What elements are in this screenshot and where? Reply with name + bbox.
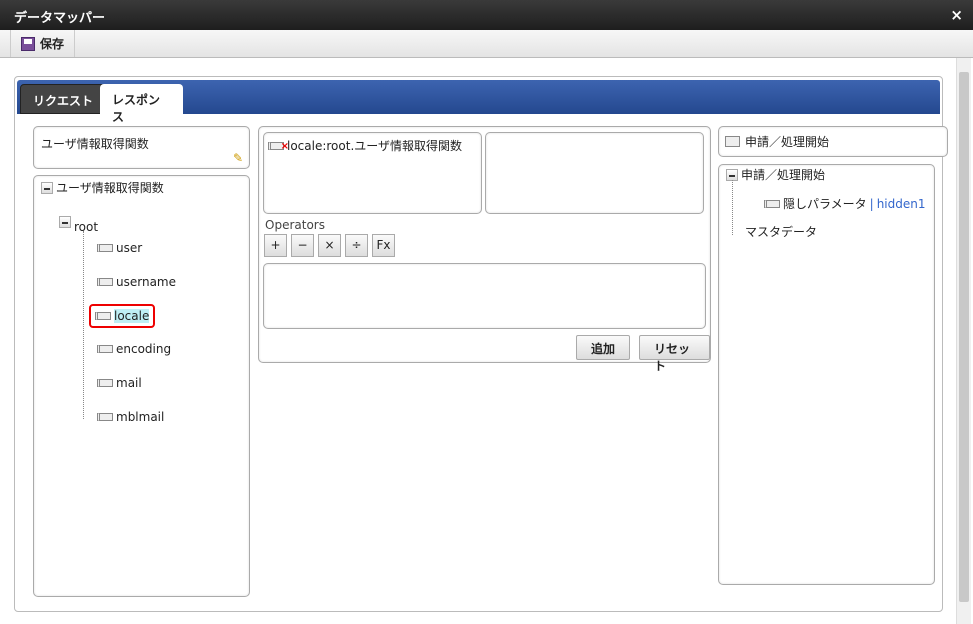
tree-leaf-user[interactable]: user bbox=[97, 241, 142, 255]
field-icon bbox=[97, 278, 113, 286]
leaf-label: encoding bbox=[116, 342, 172, 356]
collapse-icon[interactable] bbox=[41, 181, 53, 194]
leaf-label: 隠しパラメータ bbox=[783, 197, 867, 211]
tab-request[interactable]: リクエスト bbox=[20, 84, 107, 114]
source-item: locale:root.ユーザ情報取得関数 bbox=[287, 139, 463, 153]
tree-leaf-locale-selected[interactable]: locale bbox=[89, 304, 156, 328]
close-icon[interactable]: × bbox=[950, 6, 963, 24]
window-title: データマッパー bbox=[14, 11, 106, 26]
field-icon bbox=[97, 345, 113, 353]
field-icon bbox=[97, 413, 113, 421]
function-name-box: ユーザ情報取得関数 ✎ bbox=[33, 126, 250, 169]
save-button[interactable]: 保存 bbox=[10, 30, 76, 57]
operator-plus-button[interactable]: + bbox=[264, 234, 287, 257]
operators-label: Operators bbox=[265, 218, 325, 232]
collapse-icon[interactable] bbox=[726, 168, 738, 181]
tree-node-application[interactable]: 申請／処理開始 bbox=[726, 166, 825, 183]
source-drop-area[interactable]: × locale:root.ユーザ情報取得関数 bbox=[263, 132, 482, 214]
leaf-label: user bbox=[116, 241, 143, 255]
tab-response[interactable]: レスポンス bbox=[100, 84, 183, 124]
node-label: 申請／処理開始 bbox=[741, 168, 826, 182]
separator: | bbox=[869, 196, 874, 211]
remove-field-icon[interactable]: × bbox=[268, 141, 289, 152]
target-drop-area[interactable] bbox=[485, 132, 704, 214]
tree-leaf-mblmail[interactable]: mblmail bbox=[97, 410, 164, 424]
source-tree: ユーザ情報取得関数 root user username locale enco… bbox=[33, 175, 250, 597]
reset-button[interactable]: リセット bbox=[639, 335, 710, 373]
tree-node-root[interactable]: root bbox=[59, 210, 98, 234]
toolbar: 保存 bbox=[0, 30, 973, 58]
field-icon bbox=[97, 379, 113, 387]
tree-leaf-hidden1[interactable]: 隠しパラメータ | hidden1 bbox=[764, 195, 926, 212]
expression-panel: × locale:root.ユーザ情報取得関数 Operators + − × ÷… bbox=[258, 126, 711, 373]
leaf-id: hidden1 bbox=[876, 196, 926, 211]
function-button[interactable]: Fx bbox=[372, 234, 395, 257]
target-header-label: 申請／処理開始 bbox=[745, 135, 830, 149]
floppy-disk-icon bbox=[21, 36, 35, 51]
field-icon bbox=[97, 244, 113, 252]
save-label: 保存 bbox=[40, 37, 65, 51]
tree-node-function[interactable]: ユーザ情報取得関数 bbox=[41, 179, 164, 196]
field-icon bbox=[764, 199, 780, 208]
leaf-label: username bbox=[116, 275, 176, 289]
tree-node-master-data[interactable]: マスタデータ bbox=[745, 223, 817, 240]
operator-divide-button[interactable]: ÷ bbox=[345, 234, 368, 257]
window-title-bar: データマッパー bbox=[0, 0, 973, 30]
collapse-icon[interactable] bbox=[59, 216, 71, 228]
tree-leaf-mail[interactable]: mail bbox=[97, 376, 142, 390]
function-name: ユーザ情報取得関数 bbox=[41, 137, 149, 151]
operator-multiply-button[interactable]: × bbox=[318, 234, 341, 257]
scrollbar-thumb[interactable] bbox=[959, 72, 969, 602]
node-label: ユーザ情報取得関数 bbox=[56, 181, 164, 195]
leaf-label: mblmail bbox=[116, 410, 165, 424]
node-label: マスタデータ bbox=[745, 225, 818, 239]
node-label: root bbox=[74, 220, 99, 234]
tree-leaf-username[interactable]: username bbox=[97, 275, 176, 289]
field-icon bbox=[95, 312, 111, 320]
leaf-label: locale bbox=[114, 309, 150, 323]
target-tree: 申請／処理開始 隠しパラメータ | hidden1 マスタデータ bbox=[718, 164, 935, 585]
expression-textarea[interactable] bbox=[263, 263, 706, 329]
add-button[interactable]: 追加 bbox=[576, 335, 631, 360]
edit-pencil-icon[interactable]: ✎ bbox=[233, 151, 243, 165]
target-header: 申請／処理開始 bbox=[718, 126, 948, 157]
tree-leaf-encoding[interactable]: encoding bbox=[97, 342, 171, 356]
leaf-label: mail bbox=[116, 376, 142, 390]
operator-minus-button[interactable]: − bbox=[291, 234, 314, 257]
form-icon bbox=[725, 136, 740, 147]
